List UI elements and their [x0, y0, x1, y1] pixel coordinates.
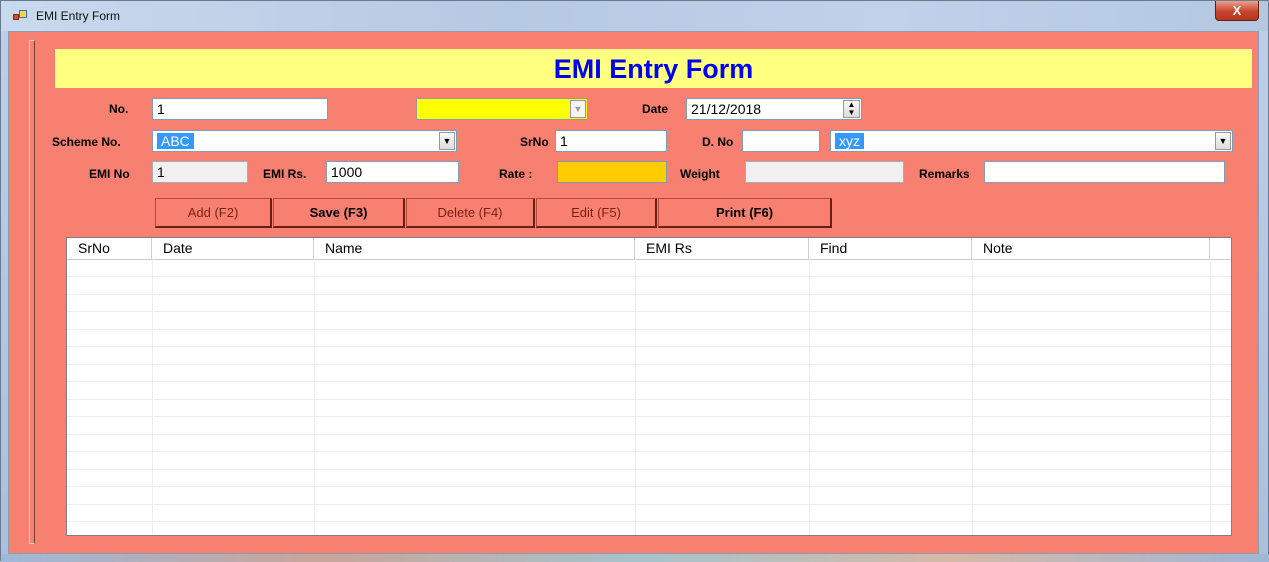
form-client-area: EMI Entry Form No. 1 ▼ Date 21/12/2018 ▲… — [8, 31, 1259, 554]
grid-column-line — [314, 259, 315, 535]
save-button[interactable]: Save (F3) — [273, 198, 405, 228]
delete-button[interactable]: Delete (F4) — [406, 198, 535, 228]
column-header-date[interactable]: Date — [152, 238, 314, 259]
no-field[interactable]: 1 — [152, 98, 328, 120]
grid-row-line — [67, 276, 1231, 277]
grid-row-line — [67, 381, 1231, 382]
grid-row-line — [67, 468, 1231, 470]
scheme-no-label: Scheme No. — [52, 135, 121, 149]
grid-row-line — [67, 328, 1231, 330]
party-value: xyz — [835, 133, 864, 149]
rate-label: Rate : — [499, 167, 533, 181]
highlight-combo[interactable]: ▼ — [416, 98, 588, 120]
dno-label: D. No — [702, 135, 734, 149]
party-combo[interactable]: xyz ▼ — [830, 130, 1233, 152]
grid-column-line — [972, 259, 973, 535]
grid-row-line — [67, 398, 1231, 400]
rate-field[interactable] — [557, 161, 667, 183]
grid-row-line — [67, 433, 1231, 435]
form-banner-title: EMI Entry Form — [55, 49, 1252, 88]
grid-column-line — [635, 259, 636, 535]
grid-row-line — [67, 503, 1231, 505]
left-splitter — [29, 40, 35, 544]
srno-field[interactable]: 1 — [555, 130, 667, 152]
grid-row-line — [67, 486, 1231, 487]
grid-row-line — [67, 293, 1231, 295]
column-header-filler — [1210, 238, 1231, 259]
grid-row-line — [67, 363, 1231, 365]
title-bar[interactable]: EMI Entry Form X — [1, 1, 1268, 31]
column-header-emi-rs[interactable]: EMI Rs — [635, 238, 809, 259]
chevron-down-icon[interactable]: ▼ — [1215, 132, 1231, 150]
grid-row-line — [67, 521, 1231, 522]
grid-row-line — [67, 451, 1231, 452]
column-header-find[interactable]: Find — [809, 238, 972, 259]
grid-header-row: SrNo Date Name EMI Rs Find Note — [67, 238, 1231, 260]
remarks-label: Remarks — [919, 167, 970, 181]
app-window: EMI Entry Form X EMI Entry Form No. 1 ▼ … — [0, 0, 1269, 562]
grid-column-line — [1210, 259, 1211, 535]
date-label: Date — [642, 102, 669, 116]
grid-row-line — [67, 346, 1231, 347]
grid-column-line — [152, 259, 153, 535]
weight-label: Weight — [680, 167, 720, 181]
scheme-no-value: ABC — [157, 133, 194, 149]
scheme-no-combo[interactable]: ABC ▼ — [152, 130, 457, 152]
dno-field[interactable] — [742, 130, 820, 152]
emi-no-field[interactable]: 1 — [152, 161, 248, 183]
date-value: 21/12/2018 — [691, 101, 762, 117]
window-title: EMI Entry Form — [36, 9, 121, 23]
emi-no-label: EMI No — [89, 167, 130, 181]
emi-data-grid[interactable]: SrNo Date Name EMI Rs Find Note — [66, 237, 1232, 536]
column-header-note[interactable]: Note — [972, 238, 1210, 259]
remarks-field[interactable] — [984, 161, 1225, 183]
column-header-srno[interactable]: SrNo — [67, 238, 152, 259]
chevron-down-icon[interactable]: ▼ — [570, 100, 586, 118]
grid-column-line — [809, 259, 810, 535]
form-window-icon — [13, 10, 27, 22]
chevron-down-icon[interactable]: ▼ — [439, 132, 455, 150]
date-picker[interactable]: 21/12/2018 ▲ ▼ — [686, 98, 862, 120]
srno-label: SrNo — [520, 135, 549, 149]
no-label: No. — [109, 102, 129, 116]
column-header-name[interactable]: Name — [314, 238, 635, 259]
spin-updown-icon[interactable]: ▲ ▼ — [843, 100, 860, 118]
grid-row-line — [67, 416, 1231, 417]
print-button[interactable]: Print (F6) — [658, 198, 832, 228]
weight-field[interactable] — [745, 161, 904, 183]
close-button[interactable]: X — [1215, 1, 1259, 21]
grid-row-line — [67, 311, 1231, 312]
edit-button[interactable]: Edit (F5) — [536, 198, 657, 228]
emi-rs-label: EMI Rs. — [263, 167, 307, 181]
add-button[interactable]: Add (F2) — [155, 198, 272, 228]
emi-rs-field[interactable]: 1000 — [326, 161, 459, 183]
